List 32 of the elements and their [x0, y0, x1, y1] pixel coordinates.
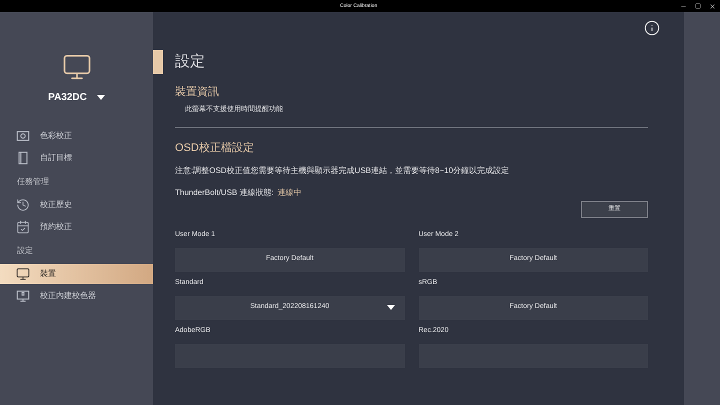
- sidebar-item[interactable]: 裝置: [0, 264, 153, 284]
- sidebar-item[interactable]: 校正內建校色器: [0, 286, 153, 306]
- rectangle-icon: [16, 151, 30, 165]
- info-icon[interactable]: [644, 20, 660, 36]
- status-label: ThunderBolt/USB 連線狀態:: [175, 186, 274, 198]
- sidebar-item-label: 裝置: [40, 268, 56, 280]
- caret-icon: [96, 95, 105, 100]
- sidebar-item[interactable]: 色彩校正: [0, 126, 153, 146]
- sidebar-item-label: 預約校正: [40, 221, 72, 233]
- calendar-icon: [16, 220, 30, 234]
- sidebar-item-label: 校正歷史: [40, 199, 72, 211]
- section-title: OSD校正檔設定: [175, 140, 255, 156]
- caret-icon: [386, 305, 394, 310]
- sidebar-item[interactable]: 預約校正: [0, 217, 153, 237]
- status-value: 連線中: [278, 186, 302, 198]
- monitor-icon: [16, 267, 30, 281]
- sidebar-item[interactable]: 自訂目標: [0, 148, 153, 168]
- sidebar-item[interactable]: 校正歷史: [0, 195, 153, 215]
- monitor-icon: [16, 289, 30, 303]
- maximize-icon[interactable]: [695, 3, 701, 9]
- sidebar-item-label: 校正內建校色器: [40, 290, 96, 302]
- sidebar-heading: 設定: [16, 244, 34, 256]
- sidebar-item-label: 自訂目標: [40, 152, 72, 164]
- section-title: 裝置資訊: [175, 85, 220, 100]
- notice-text: 注意:調整OSD校正值您需要等待主機與顯示器完成USB連結，並需要等待8~10分鐘以完成設定: [175, 164, 510, 176]
- sidebar-item-label: 色彩校正: [40, 130, 72, 142]
- device-dropdown[interactable]: PA32DC: [48, 90, 105, 105]
- sidebar-heading: 任務管理: [16, 176, 50, 188]
- history-icon: [16, 198, 30, 212]
- close-icon[interactable]: [709, 2, 716, 10]
- page-title: 設定: [175, 52, 205, 72]
- monitor-icon: [62, 52, 92, 82]
